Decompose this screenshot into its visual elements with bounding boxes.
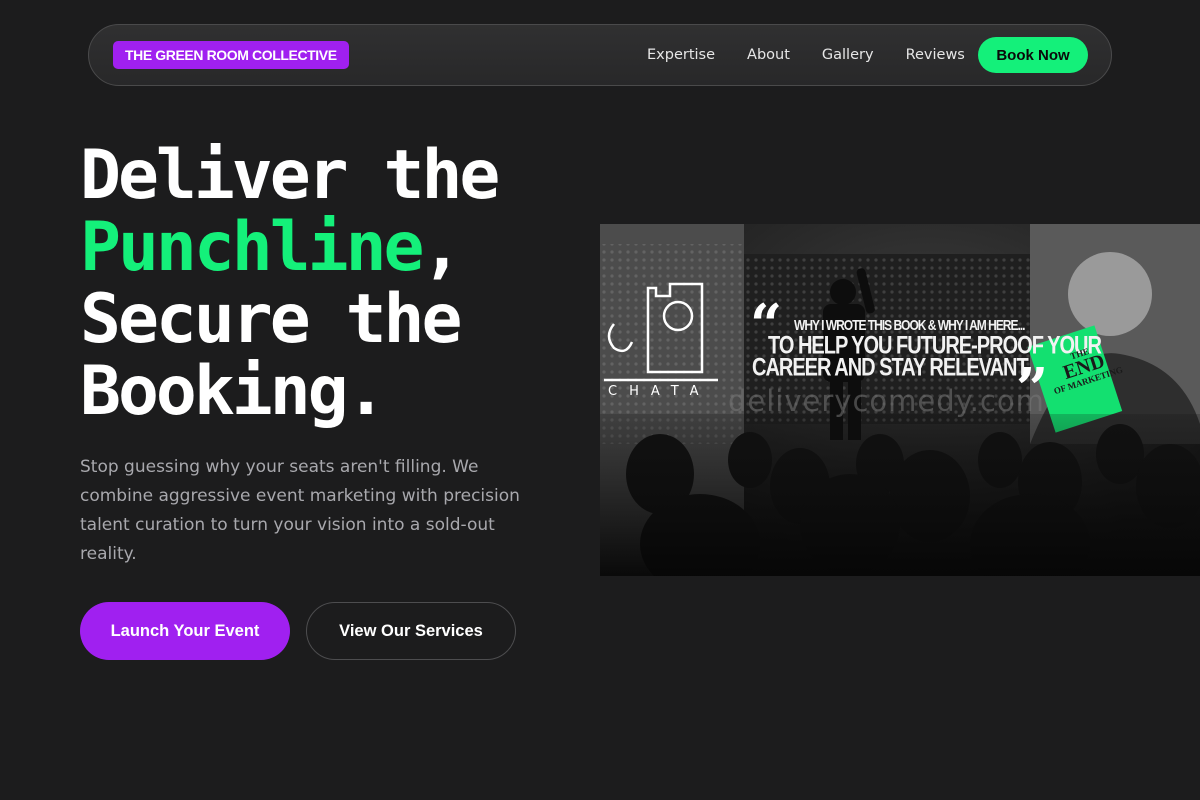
headline-accent: Punchline bbox=[80, 208, 424, 287]
book-now-button[interactable]: Book Now bbox=[978, 37, 1088, 73]
hero-headline: Deliver the Punchline, Secure the Bookin… bbox=[80, 140, 500, 431]
hero-subtext: Stop guessing why your seats aren't fill… bbox=[80, 457, 520, 564]
nav-links: Expertise About Gallery Reviews bbox=[647, 25, 997, 85]
headline-line-3: Secure the bbox=[80, 280, 462, 359]
headline-line-4: Booking. bbox=[80, 352, 387, 431]
view-services-button[interactable]: View Our Services bbox=[306, 602, 516, 660]
top-navbar: THE GREEN ROOM COLLECTIVE Expertise Abou… bbox=[88, 24, 1112, 86]
nav-link-reviews[interactable]: Reviews bbox=[906, 47, 965, 63]
hero-photo: “ WHY I WROTE THIS BOOK & WHY I AM HERE.… bbox=[600, 224, 1200, 576]
nav-link-about[interactable]: About bbox=[747, 47, 790, 63]
nav-link-expertise[interactable]: Expertise bbox=[647, 47, 715, 63]
venue-logo-text: CHATA bbox=[608, 384, 711, 399]
brand-logo[interactable]: THE GREEN ROOM COLLECTIVE bbox=[113, 41, 349, 69]
screen-caption-small: WHY I WROTE THIS BOOK & WHY I AM HERE... bbox=[794, 316, 1025, 334]
launch-event-button[interactable]: Launch Your Event bbox=[80, 602, 290, 660]
nav-link-gallery[interactable]: Gallery bbox=[822, 47, 874, 63]
photo-watermark: deliverycomedy.com bbox=[728, 384, 1045, 418]
screen-caption-line-2: CAREER AND STAY RELEVANT. bbox=[752, 354, 1031, 382]
headline-comma: , bbox=[421, 208, 462, 287]
headline-line-1: Deliver the bbox=[80, 136, 500, 215]
